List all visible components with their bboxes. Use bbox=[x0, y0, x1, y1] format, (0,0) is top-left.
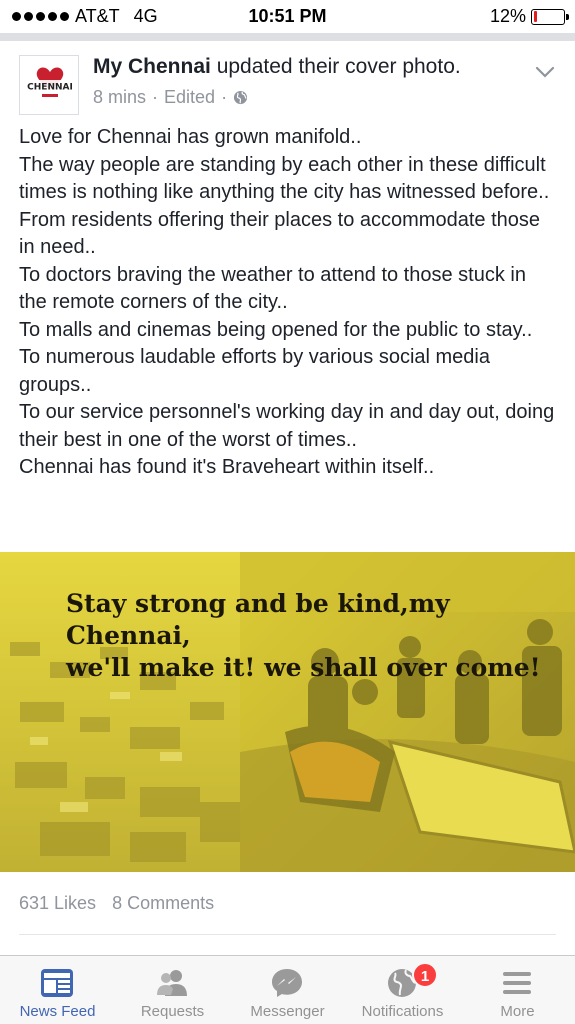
post-header: CHENNAI My Chennai updated their cover p… bbox=[0, 41, 575, 116]
post-text-line: Chennai has found it's Braveheart within… bbox=[19, 456, 435, 478]
feed-separator bbox=[0, 33, 575, 41]
friend-requests-icon bbox=[157, 970, 187, 996]
battery-percentage: 12% bbox=[489, 6, 526, 26]
post-text-line: From residents offering their places to … bbox=[19, 208, 540, 259]
news-feed-icon bbox=[41, 969, 73, 997]
tab-label: Messenger bbox=[250, 1003, 325, 1020]
meta-separator: · bbox=[221, 87, 228, 107]
post-text-line: Love for Chennai has grown manifold.. bbox=[19, 126, 362, 148]
post-author[interactable]: My Chennai bbox=[93, 55, 211, 78]
tab-label: More bbox=[500, 1003, 535, 1020]
post-edited[interactable]: Edited bbox=[164, 87, 215, 108]
tab-requests[interactable]: Requests bbox=[115, 956, 230, 1024]
tab-notifications[interactable]: 1 Notifications bbox=[345, 956, 460, 1024]
post-time[interactable]: 8 mins bbox=[93, 87, 146, 108]
photo-caption-line: we'll make it! we shall over come! bbox=[66, 653, 541, 682]
notification-badge: 1 bbox=[412, 962, 438, 988]
status-bar: AT&T 4G 10:51 PM 12% bbox=[0, 0, 575, 33]
tab-label: Notifications bbox=[361, 1003, 444, 1020]
meta-separator: · bbox=[152, 87, 159, 107]
post-body: Love for Chennai has grown manifold.. Th… bbox=[19, 124, 559, 482]
page-avatar[interactable]: CHENNAI bbox=[19, 55, 79, 115]
status-right: 12% bbox=[489, 6, 569, 27]
chevron-down-icon[interactable] bbox=[535, 65, 555, 79]
post-action: updated their cover photo. bbox=[216, 55, 461, 78]
menu-icon bbox=[503, 972, 531, 994]
tab-label: News Feed bbox=[19, 1003, 96, 1020]
post-stats: 631 Likes 8 Comments bbox=[19, 893, 214, 914]
photo-caption: Stay strong and be kind,my Chennai, we'l… bbox=[66, 588, 575, 684]
globe-icon bbox=[234, 90, 248, 105]
post-actions-bar bbox=[0, 935, 575, 955]
post-text-line: To doctors braving the weather to attend… bbox=[19, 263, 526, 314]
messenger-icon bbox=[272, 969, 302, 997]
cover-photo[interactable]: Stay strong and be kind,my Chennai, we'l… bbox=[0, 552, 575, 872]
battery-icon bbox=[531, 8, 569, 25]
svg-text:CHENNAI: CHENNAI bbox=[27, 83, 73, 93]
tab-bar: News Feed Requests Messenger 1 Notificat… bbox=[0, 955, 575, 1024]
post-meta: 8 mins · Edited · bbox=[93, 87, 248, 108]
tab-news-feed[interactable]: News Feed bbox=[0, 956, 115, 1024]
status-time: 10:51 PM bbox=[248, 6, 327, 26]
post-text-line: To malls and cinemas being opened for th… bbox=[19, 318, 533, 341]
photo-caption-line: Stay strong and be kind,my Chennai, bbox=[66, 589, 450, 650]
tab-label: Requests bbox=[140, 1003, 205, 1020]
post-text-line: To numerous laudable efforts by various … bbox=[19, 346, 490, 396]
comments-count[interactable]: 8 Comments bbox=[112, 893, 214, 914]
post-text-line: To our service personnel's working day i… bbox=[19, 401, 555, 451]
tab-more[interactable]: More bbox=[460, 956, 575, 1024]
post-text-line: The way people are standing by each othe… bbox=[19, 153, 550, 204]
post-title: My Chennai updated their cover photo. bbox=[93, 55, 461, 79]
tab-messenger[interactable]: Messenger bbox=[230, 956, 345, 1024]
likes-count[interactable]: 631 Likes bbox=[19, 893, 96, 914]
my-chennai-logo: CHENNAI bbox=[20, 56, 78, 114]
